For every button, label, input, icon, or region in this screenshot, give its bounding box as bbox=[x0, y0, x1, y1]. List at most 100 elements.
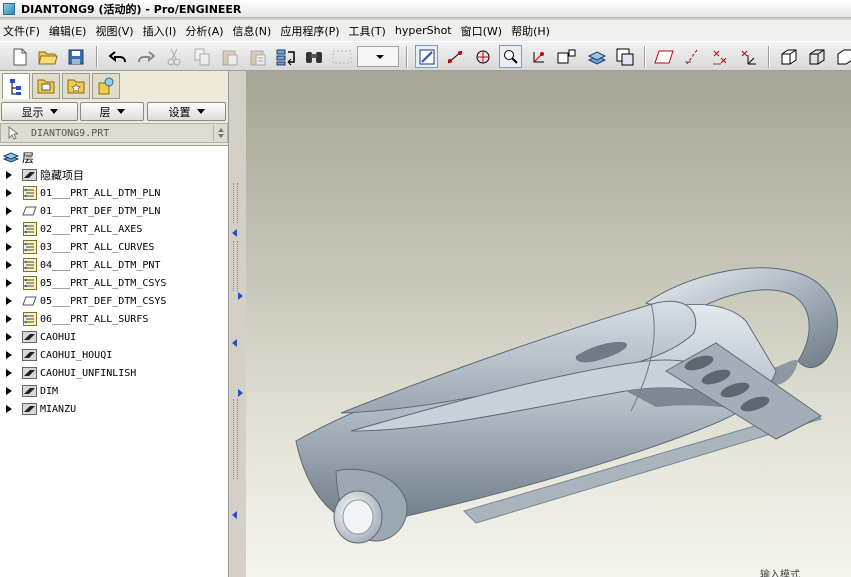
layer-tree-item[interactable]: MIANZU bbox=[6, 400, 76, 418]
view-box-button[interactable] bbox=[777, 45, 800, 68]
axis-display-button[interactable] bbox=[443, 45, 466, 68]
layer-tree-item[interactable]: 01___PRT_ALL_DTM_PLN bbox=[6, 184, 160, 202]
tab-connections[interactable] bbox=[92, 73, 120, 99]
new-file-button[interactable] bbox=[8, 45, 31, 68]
datum-axis-button[interactable] bbox=[680, 45, 703, 68]
layer-tree-item[interactable]: 04___PRT_ALL_DTM_PNT bbox=[6, 256, 160, 274]
layer-tree-item[interactable]: 05___PRT_DEF_DTM_CSYS bbox=[6, 292, 166, 310]
graphics-window[interactable]: 输入模式 bbox=[246, 71, 851, 577]
collapse-left-icon[interactable] bbox=[232, 339, 237, 347]
menu-info[interactable]: 信息(N) bbox=[230, 23, 278, 39]
menu-insert[interactable]: 插入(I) bbox=[140, 23, 183, 39]
panel-splitter[interactable] bbox=[228, 71, 246, 577]
datum-plane-button[interactable] bbox=[652, 45, 675, 68]
undo-button[interactable] bbox=[106, 45, 129, 68]
layer-tree-item[interactable]: 隐藏项目 bbox=[6, 166, 84, 184]
display-style-button[interactable] bbox=[415, 45, 438, 68]
layer-tree-item[interactable]: 06___PRT_ALL_SURFS bbox=[6, 310, 148, 328]
layer-tree-item[interactable]: CAOHUI_HOUQI bbox=[6, 346, 112, 364]
expand-arrow-icon[interactable] bbox=[6, 405, 12, 413]
expand-arrow-icon[interactable] bbox=[6, 315, 12, 323]
copy-button[interactable] bbox=[190, 45, 213, 68]
favorites-icon bbox=[67, 79, 85, 94]
layer-rule-icon bbox=[22, 222, 37, 236]
layer-tree-item[interactable]: CAOHUI_UNFINLISH bbox=[6, 364, 136, 382]
menu-applications[interactable]: 应用程序(P) bbox=[277, 23, 345, 39]
datum-point-create-icon bbox=[712, 50, 726, 64]
layer-menu-button[interactable]: 层 bbox=[80, 102, 144, 121]
layer-tree-item-label: 05___PRT_DEF_DTM_CSYS bbox=[40, 295, 167, 307]
layer-tree-item[interactable]: 02___PRT_ALL_AXES bbox=[6, 220, 142, 238]
expand-right-icon[interactable] bbox=[238, 292, 243, 300]
expand-arrow-icon[interactable] bbox=[6, 333, 12, 341]
expand-arrow-icon[interactable] bbox=[6, 279, 12, 287]
active-model-selector[interactable]: DIANTONG9.PRT bbox=[0, 123, 228, 143]
menu-hypershot[interactable]: hyperShot bbox=[392, 24, 458, 37]
expand-arrow-icon[interactable] bbox=[6, 387, 12, 395]
tab-folder-browser[interactable] bbox=[32, 73, 60, 99]
point-display-button[interactable] bbox=[471, 45, 494, 68]
collapse-left-icon[interactable] bbox=[232, 511, 237, 519]
annotation-display-button[interactable] bbox=[555, 45, 578, 68]
find-button[interactable] bbox=[302, 45, 325, 68]
layer-tree-item[interactable]: 05___PRT_ALL_DTM_CSYS bbox=[6, 274, 166, 292]
view-box3-button[interactable] bbox=[833, 45, 851, 68]
zoom-button[interactable] bbox=[499, 45, 522, 68]
expand-arrow-icon[interactable] bbox=[6, 171, 12, 179]
layer-tree-item-label: 01___PRT_DEF_DTM_PLN bbox=[40, 205, 161, 217]
csys-display-button[interactable] bbox=[527, 45, 550, 68]
expand-arrow-icon[interactable] bbox=[6, 261, 12, 269]
open-folder-icon bbox=[37, 51, 58, 64]
menu-help[interactable]: 帮助(H) bbox=[508, 23, 556, 39]
menu-tools[interactable]: 工具(T) bbox=[346, 23, 392, 39]
menu-window[interactable]: 窗口(W) bbox=[458, 23, 508, 39]
show-menu-button[interactable]: 显示 bbox=[1, 102, 78, 121]
save-button[interactable] bbox=[64, 45, 87, 68]
tree-root[interactable]: 层 bbox=[3, 149, 34, 165]
layers-button[interactable] bbox=[585, 45, 608, 68]
regenerate-button[interactable] bbox=[274, 45, 297, 68]
model-spinner[interactable] bbox=[213, 125, 227, 141]
open-file-button[interactable] bbox=[36, 45, 59, 68]
datum-point-button[interactable] bbox=[708, 45, 731, 68]
expand-arrow-icon[interactable] bbox=[6, 351, 12, 359]
menu-analysis[interactable]: 分析(A) bbox=[182, 23, 229, 39]
settings-menu-button[interactable]: 设置 bbox=[147, 102, 226, 121]
expand-arrow-icon[interactable] bbox=[6, 243, 12, 251]
paste-special-button[interactable] bbox=[246, 45, 269, 68]
binoculars-icon bbox=[305, 51, 322, 63]
expand-right-icon[interactable] bbox=[238, 389, 243, 397]
layer-tree-item[interactable]: 01___PRT_DEF_DTM_PLN bbox=[6, 202, 160, 220]
chevron-down-icon bbox=[116, 109, 125, 114]
filter-dropdown[interactable] bbox=[357, 46, 399, 67]
menu-file[interactable]: 文件(F) bbox=[0, 23, 46, 39]
tab-favorites[interactable] bbox=[62, 73, 90, 99]
splitter-grip bbox=[233, 183, 238, 223]
view-manager-button[interactable] bbox=[613, 45, 636, 68]
layer-tree-item[interactable]: 03___PRT_ALL_CURVES bbox=[6, 238, 154, 256]
expand-arrow-icon[interactable] bbox=[6, 297, 12, 305]
collapse-left-icon[interactable] bbox=[232, 229, 237, 237]
menu-view[interactable]: 视图(V) bbox=[92, 23, 139, 39]
datum-axis-icon bbox=[684, 49, 697, 64]
cube-icon bbox=[837, 49, 851, 64]
view-box2-button[interactable] bbox=[805, 45, 828, 68]
expand-arrow-icon[interactable] bbox=[6, 225, 12, 233]
expand-arrow-icon[interactable] bbox=[6, 369, 12, 377]
layer-rule-icon bbox=[22, 312, 37, 326]
select-box-button[interactable] bbox=[330, 45, 353, 68]
show-menu-label: 显示 bbox=[21, 105, 44, 119]
expand-arrow-icon[interactable] bbox=[6, 207, 12, 215]
layer-rule-icon bbox=[22, 240, 37, 254]
datum-csys-button[interactable] bbox=[736, 45, 759, 68]
model-3d-view[interactable] bbox=[246, 71, 851, 577]
menu-edit[interactable]: 编辑(E) bbox=[46, 23, 93, 39]
layer-rule-icon bbox=[22, 258, 37, 272]
expand-arrow-icon[interactable] bbox=[6, 189, 12, 197]
cut-button[interactable] bbox=[162, 45, 185, 68]
layer-tree-item[interactable]: DIM bbox=[6, 382, 58, 400]
redo-button[interactable] bbox=[134, 45, 157, 68]
layer-tree-item[interactable]: CAOHUI bbox=[6, 328, 76, 346]
tab-model-tree[interactable] bbox=[2, 73, 30, 99]
paste-button[interactable] bbox=[218, 45, 241, 68]
